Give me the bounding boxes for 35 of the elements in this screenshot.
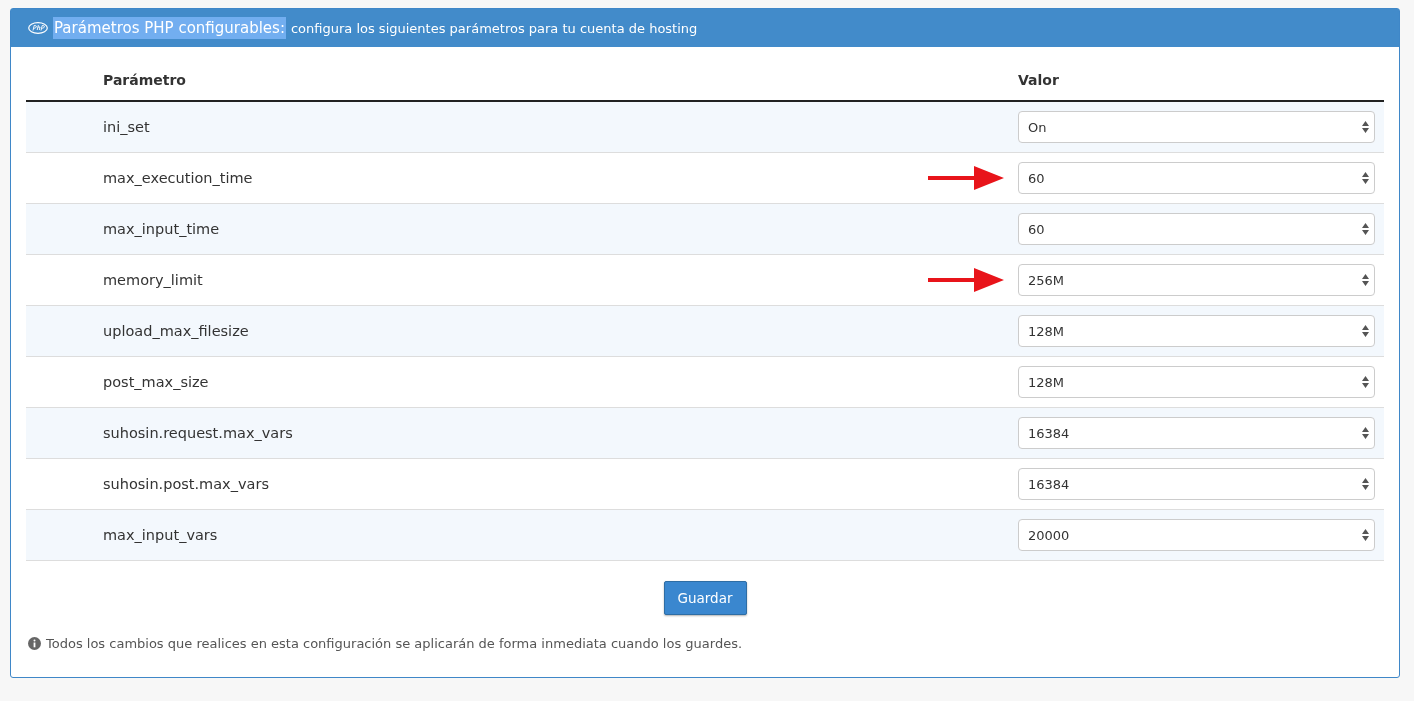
info-note: Todos los cambios que realices en esta configuración se aplicarán de forma inmediata cuando los guardes. xyxy=(46,636,743,651)
value-dropdown[interactable]: 60 xyxy=(1018,213,1375,245)
panel-subtitle: configura los siguientes parámetros para tu cuenta de hosting xyxy=(290,20,698,36)
value-dropdown[interactable]: 256M xyxy=(1018,264,1375,296)
column-header: Valor xyxy=(1018,71,1060,88)
info-icon xyxy=(28,637,41,650)
php-logo-icon xyxy=(28,22,48,34)
updown-caret-icon xyxy=(1362,121,1369,133)
updown-caret-icon xyxy=(1362,427,1369,439)
value-dropdown[interactable]: 16384 xyxy=(1018,417,1375,449)
updown-caret-icon xyxy=(1362,376,1369,388)
parameter-name: ini_set xyxy=(102,119,151,135)
parameter-name: suhosin.post.max_vars xyxy=(102,476,270,492)
parameter-name: memory_limit xyxy=(102,272,204,288)
value-dropdown[interactable]: 16384 xyxy=(1018,468,1375,500)
value-dropdown[interactable]: 128M xyxy=(1018,366,1375,398)
parameter-name: post_max_size xyxy=(102,374,210,390)
panel-title: Parámetros PHP configurables: xyxy=(53,17,286,39)
value-dropdown[interactable]: 20000 xyxy=(1018,519,1375,551)
updown-caret-icon xyxy=(1362,529,1369,541)
updown-caret-icon xyxy=(1362,223,1369,235)
parameter-name: max_execution_time xyxy=(102,170,254,186)
parameter-name: max_input_time xyxy=(102,221,221,237)
updown-caret-icon xyxy=(1362,172,1369,184)
value-dropdown[interactable]: On xyxy=(1018,111,1375,143)
parameter-name: upload_max_filesize xyxy=(102,323,250,339)
value-dropdown[interactable]: 60 xyxy=(1018,162,1375,194)
parameter-name: max_input_vars xyxy=(102,527,219,543)
updown-caret-icon xyxy=(1362,274,1369,286)
updown-caret-icon xyxy=(1362,478,1369,490)
updown-caret-icon xyxy=(1362,325,1369,337)
value-dropdown[interactable]: 128M xyxy=(1018,315,1375,347)
parameter-name: suhosin.request.max_vars xyxy=(102,425,294,441)
column-header: Parámetro xyxy=(102,71,187,88)
save-button[interactable]: Guardar xyxy=(663,581,747,615)
